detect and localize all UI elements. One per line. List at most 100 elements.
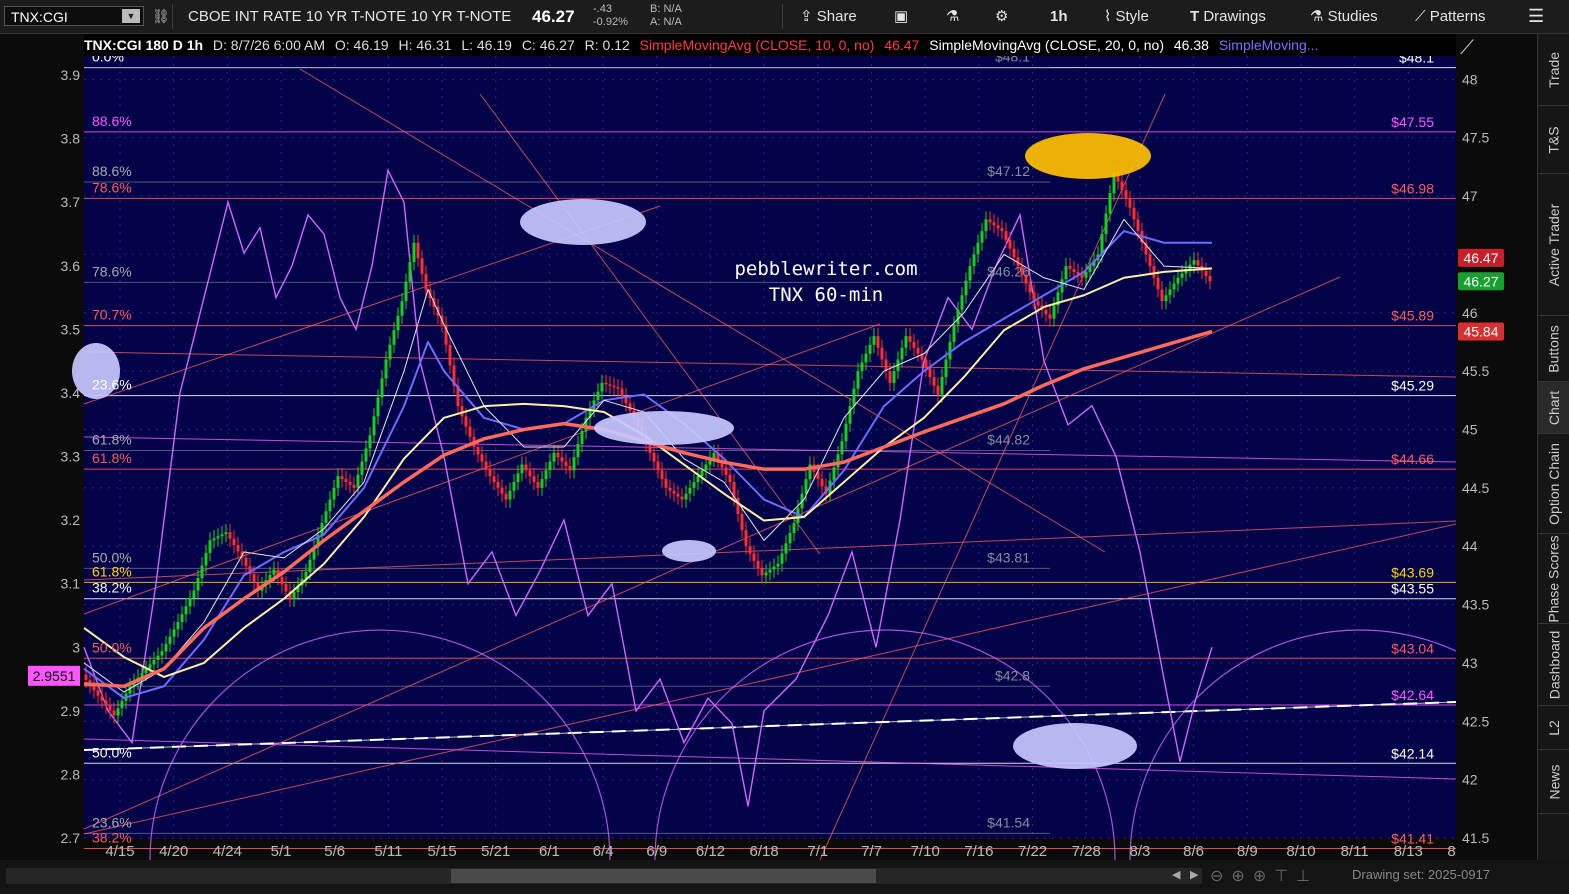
candle-body <box>1068 266 1072 270</box>
right-axis-tick: 44 <box>1462 538 1478 554</box>
candle-body <box>820 479 824 487</box>
candle-body <box>168 636 172 644</box>
candle-body <box>560 457 564 462</box>
gray-level-label: $47.12 <box>987 163 1030 179</box>
tab-label: Trade <box>1546 51 1562 88</box>
candle-body <box>1168 289 1172 296</box>
chart-info-bar: TNX:CGI 180 D 1h D: 8/7/26 6:00 AM O: 46… <box>84 34 1456 56</box>
candle-body <box>272 569 276 575</box>
menu-icon[interactable]: ☰ <box>1528 0 1544 33</box>
drawing-set-label: Drawing set: 2025-0917 <box>1352 867 1491 882</box>
candle-body <box>232 538 236 546</box>
right-price-axis[interactable]: 41.54242.54343.54444.54545.54646.54747.5… <box>1456 34 1536 860</box>
candle-body <box>424 273 428 290</box>
gray-level-label: $46.26 <box>987 263 1030 279</box>
candle-body <box>224 532 228 535</box>
candle-body <box>648 444 652 453</box>
candle-body <box>952 324 956 342</box>
scroll-left-icon[interactable]: ◀ <box>1172 868 1180 881</box>
scrollbar-thumb[interactable] <box>451 869 876 883</box>
x-axis-tick: 6/4 <box>593 843 614 860</box>
tab-phase-scores[interactable]: Phase Scores <box>1538 534 1569 624</box>
price-chart[interactable]: $48.1$47.55$46.98$45.89$45.29$44.66$43.6… <box>0 34 1456 860</box>
bar-low: L: 46.19 <box>461 37 512 53</box>
sma10-label[interactable]: SimpleMovingAvg (CLOSE, 10, 0, no) <box>640 37 875 53</box>
tab-l2[interactable]: L2 <box>1538 706 1569 750</box>
tab-chart[interactable]: Chart <box>1538 382 1569 434</box>
candle-body <box>344 479 348 483</box>
candle-body <box>184 606 188 615</box>
studies-button[interactable]: ⚗ Studies <box>1310 0 1378 33</box>
flask-icon[interactable]: ⚗ <box>946 0 959 33</box>
right-axis-tick: 43 <box>1462 655 1478 671</box>
share-button[interactable]: ⇪ Share <box>800 0 857 33</box>
sma20-label[interactable]: SimpleMovingAvg (CLOSE, 20, 0, no) <box>929 37 1164 53</box>
style-button[interactable]: ⌇ Style <box>1104 0 1149 33</box>
right-axis-tick: 47.5 <box>1462 130 1489 146</box>
x-axis-tick: 7/16 <box>964 843 993 860</box>
tab-active-trader[interactable]: Active Trader <box>1538 174 1569 316</box>
share-icon: ⇪ <box>800 8 813 25</box>
candle-body <box>192 590 196 599</box>
candle-body <box>1064 266 1068 280</box>
candle-body <box>992 222 996 226</box>
candle-body <box>752 553 756 561</box>
tab-label: Phase Scores <box>1546 534 1563 623</box>
left-axis-tick: 2.8 <box>61 766 81 782</box>
scroll-right-icon[interactable]: ▶ <box>1190 868 1198 881</box>
left-axis-tick: 3.3 <box>61 449 81 465</box>
candle-body <box>572 457 576 471</box>
candle-body <box>840 441 844 455</box>
candle-body <box>100 695 104 701</box>
symbol-dropdown-icon[interactable]: ▼ <box>122 9 140 23</box>
candle-body <box>552 452 556 462</box>
tab-option-chain[interactable]: Option Chain <box>1538 434 1569 534</box>
candle-body <box>356 474 360 488</box>
tab-t-s[interactable]: T&S <box>1538 106 1569 174</box>
patterns-button[interactable]: ⟋ Patterns <box>1415 0 1486 33</box>
candle-body <box>200 565 204 579</box>
candle-body <box>832 467 836 481</box>
candle-body <box>1000 228 1004 232</box>
workspace-icon[interactable]: ▣ <box>894 0 908 33</box>
zoom-tools-icon[interactable]: ⊖⊕⊕⊤⊥ <box>1210 866 1318 886</box>
horizontal-scrollbar[interactable] <box>6 868 1202 884</box>
candle-body <box>744 530 748 547</box>
candle-body <box>1196 260 1200 266</box>
candle-body <box>340 476 344 480</box>
candle-body <box>516 473 520 483</box>
x-axis-tick: 6/9 <box>646 843 667 860</box>
candle-body <box>152 660 156 665</box>
candle-body <box>1072 269 1076 272</box>
sma-more-label[interactable]: SimpleMoving... <box>1219 37 1319 53</box>
fib-label: 61.8% <box>92 432 132 448</box>
candle-body <box>892 371 896 383</box>
gear-icon[interactable]: ⚙ <box>995 0 1008 33</box>
tab-trade[interactable]: Trade <box>1538 34 1569 106</box>
candle-body <box>1084 271 1088 278</box>
candle-body <box>336 476 340 488</box>
link-icon[interactable]: ⛓ <box>152 0 170 33</box>
tab-buttons[interactable]: Buttons <box>1538 316 1569 382</box>
net-change: -.43 -0.92% <box>593 3 628 28</box>
sma10-value: 46.47 <box>884 37 920 53</box>
candle-body <box>104 700 108 706</box>
timeframe-button[interactable]: 1h <box>1050 0 1068 33</box>
tab-news[interactable]: News <box>1538 750 1569 814</box>
left-axis-tick: 3 <box>72 639 80 655</box>
candle-body <box>1036 301 1040 306</box>
candle-body <box>1044 309 1048 315</box>
bid-ask: B: N/A A: N/A <box>650 3 682 28</box>
candle-body <box>1028 283 1032 293</box>
candle-body <box>612 385 616 388</box>
left-axis-tick: 3.7 <box>61 194 81 210</box>
candle-body <box>776 563 780 567</box>
tab-dashboard[interactable]: Dashboard <box>1538 624 1569 706</box>
candle-body <box>228 532 232 539</box>
symbol-input[interactable]: TNX:CGI ▼ <box>4 6 144 26</box>
level-label: $45.89 <box>1391 308 1434 324</box>
candle-body <box>176 622 180 630</box>
candle-body <box>568 465 572 471</box>
drawings-button[interactable]: T Drawings <box>1190 0 1266 33</box>
candle-body <box>872 336 876 345</box>
